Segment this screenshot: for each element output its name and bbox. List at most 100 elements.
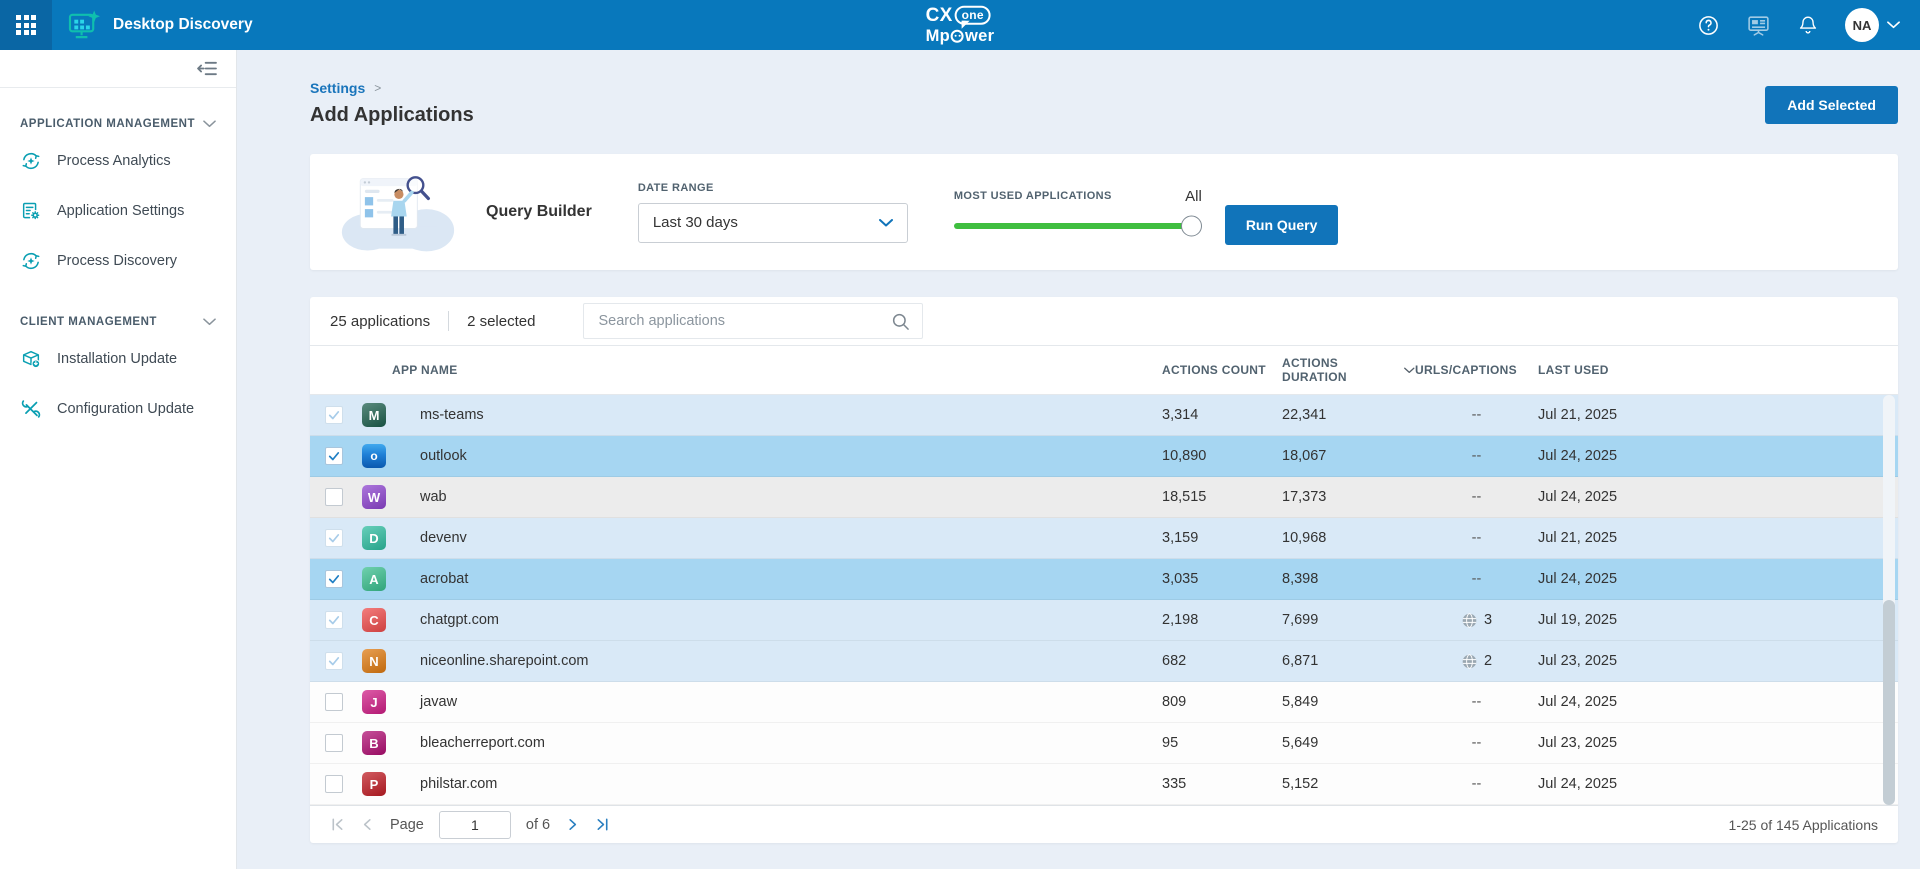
row-checkbox[interactable] [325,652,343,670]
page-number-input[interactable] [439,811,511,839]
row-checkbox[interactable] [325,406,343,424]
row-checkbox[interactable] [325,529,343,547]
applications-count: 25 applications [330,313,430,330]
app-icon: A [362,567,386,591]
app-icon: B [362,731,386,755]
sidebar-item-application-settings[interactable]: Application Settings [20,186,216,236]
search-input[interactable] [596,312,891,330]
actions-count-value: 335 [1162,776,1282,792]
previous-page-button[interactable] [360,817,375,832]
sidebar: APPLICATION MANAGEMENT Process Analytics… [0,50,237,869]
table-row[interactable]: ooutlook10,89018,067--Jul 24, 2025 [310,436,1898,477]
actions-duration-value: 5,152 [1282,776,1415,792]
table-row[interactable]: Jjavaw8095,849--Jul 24, 2025 [310,682,1898,723]
column-header-actions-count[interactable]: ACTIONS COUNT [1162,363,1282,377]
breadcrumb-settings-link[interactable]: Settings [310,80,365,96]
table-row[interactable]: Wwab18,51517,373--Jul 24, 2025 [310,477,1898,518]
actions-count-value: 3,314 [1162,407,1282,423]
last-used-value: Jul 19, 2025 [1538,612,1898,628]
search-box [583,303,923,339]
urls-captions-value[interactable]: 3 [1415,612,1538,629]
table-header-row: APP NAME ACTIONS COUNT ACTIONS DURATION … [310,345,1898,395]
slider-handle[interactable] [1181,215,1202,236]
table-row[interactable]: Ddevenv3,15910,968--Jul 21, 2025 [310,518,1898,559]
table-row[interactable]: Aacrobat3,0358,398--Jul 24, 2025 [310,559,1898,600]
actions-count-value: 682 [1162,653,1282,669]
actions-count-value: 809 [1162,694,1282,710]
last-page-button[interactable] [595,817,610,832]
column-header-app-name[interactable]: APP NAME [362,363,1162,377]
sort-desc-icon [1404,367,1415,374]
column-header-last-used[interactable]: LAST USED [1538,363,1898,377]
app-icon: W [362,485,386,509]
date-range-label: DATE RANGE [638,182,908,194]
first-page-button[interactable] [330,817,345,832]
table-scrollbar[interactable] [1883,395,1895,805]
presentation-icon[interactable] [1746,13,1771,38]
app-launcher-button[interactable] [0,0,52,50]
column-header-actions-duration[interactable]: ACTIONS DURATION [1282,356,1415,384]
most-used-applications-label: MOST USED APPLICATIONS [954,190,1112,202]
globe-icon [1461,612,1478,629]
urls-captions-value: -- [1415,735,1538,751]
sidebar-item-process-analytics[interactable]: Process Analytics [20,136,216,186]
last-used-value: Jul 24, 2025 [1538,776,1898,792]
table-row[interactable]: Cchatgpt.com2,1987,6993Jul 19, 2025 [310,600,1898,641]
sidebar-section-application-management: APPLICATION MANAGEMENT Process Analytics… [0,118,236,286]
page-title: Add Applications [310,104,474,127]
add-selected-button[interactable]: Add Selected [1765,86,1898,124]
scrollbar-thumb[interactable] [1883,600,1895,805]
actions-count-value: 2,198 [1162,612,1282,628]
date-range-select[interactable]: Last 30 days [638,203,908,243]
urls-captions-value[interactable]: 2 [1415,653,1538,670]
row-checkbox[interactable] [325,775,343,793]
row-checkbox[interactable] [325,570,343,588]
table-row[interactable]: Pphilstar.com3355,152--Jul 24, 2025 [310,764,1898,805]
section-header-application-management[interactable]: APPLICATION MANAGEMENT [20,118,216,130]
app-title: Desktop Discovery [113,16,253,34]
logo-mpower-pre: Mp [926,28,950,45]
row-checkbox[interactable] [325,488,343,506]
sidebar-item-label: Configuration Update [57,401,194,417]
last-used-value: Jul 24, 2025 [1538,694,1898,710]
next-page-button[interactable] [565,817,580,832]
user-menu[interactable]: NA [1845,8,1900,42]
pagination-bar: Page of 6 1-25 of 145 Applications [310,805,1898,843]
pagination-range-label: 1-25 of 145 Applications [1729,817,1878,833]
row-checkbox[interactable] [325,693,343,711]
sidebar-item-label: Process Analytics [57,153,171,169]
run-query-button[interactable]: Run Query [1225,205,1339,245]
table-row[interactable]: Mms-teams3,31422,341--Jul 21, 2025 [310,395,1898,436]
most-used-applications-slider[interactable] [954,215,1199,237]
avatar: NA [1845,8,1879,42]
sidebar-item-configuration-update[interactable]: Configuration Update [20,384,216,434]
actions-duration-value: 8,398 [1282,571,1415,587]
row-checkbox[interactable] [325,611,343,629]
actions-duration-value: 22,341 [1282,407,1415,423]
column-header-urls-captions[interactable]: URLS/CAPTIONS [1415,363,1538,377]
table-row[interactable]: Bbleacherreport.com955,649--Jul 23, 2025 [310,723,1898,764]
urls-count: 2 [1484,653,1492,669]
table-row[interactable]: Nniceonline.sharepoint.com6826,8712Jul 2… [310,641,1898,682]
sidebar-item-label: Application Settings [57,203,184,219]
help-icon[interactable] [1697,14,1720,37]
actions-count-value: 95 [1162,735,1282,751]
actions-duration-value: 10,968 [1282,530,1415,546]
notifications-bell-icon[interactable] [1797,14,1819,36]
sidebar-item-process-discovery[interactable]: Process Discovery [20,236,216,286]
sidebar-item-installation-update[interactable]: Installation Update [20,334,216,384]
sidebar-collapse-icon[interactable] [197,60,218,77]
app-grid-icon [16,15,36,35]
page-total-label: of 6 [526,817,550,833]
selected-count: 2 selected [467,313,535,330]
section-header-client-management[interactable]: CLIENT MANAGEMENT [20,316,216,328]
row-checkbox[interactable] [325,447,343,465]
urls-captions-value: -- [1415,407,1538,423]
sidebar-section-client-management: CLIENT MANAGEMENT Installation Update Con… [0,316,236,434]
page-label: Page [390,817,424,833]
chevron-down-icon [203,120,216,128]
urls-count: 3 [1484,612,1492,628]
row-checkbox[interactable] [325,734,343,752]
actions-duration-value: 18,067 [1282,448,1415,464]
slider-track [954,223,1199,229]
